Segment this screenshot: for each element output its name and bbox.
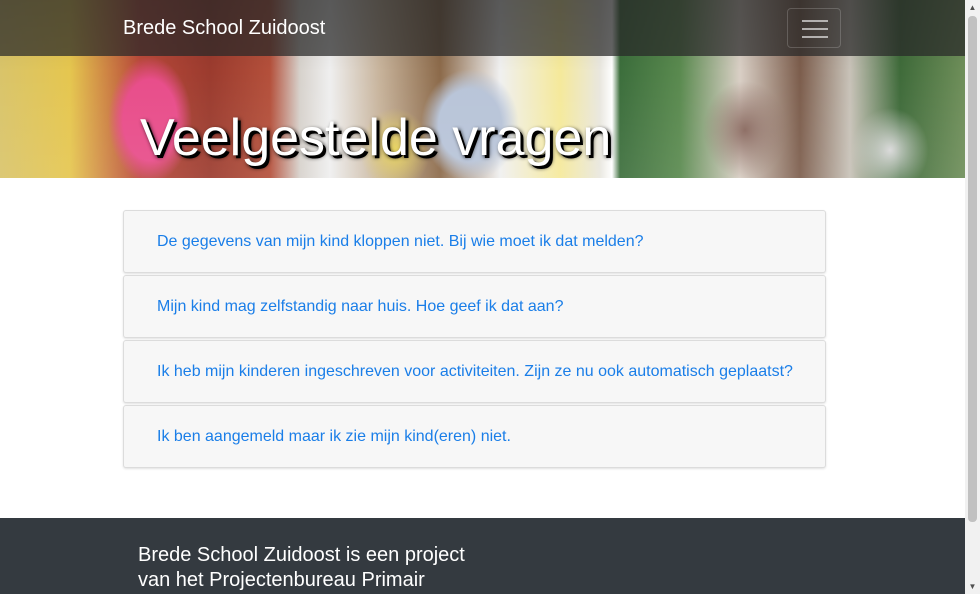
footer-text: Brede School Zuidoost is een project van… [138, 543, 498, 593]
faq-question-link[interactable]: Ik ben aangemeld maar ik zie mijn kind(e… [157, 428, 511, 446]
footer-line-2: van het Projectenbureau Primair [138, 569, 425, 591]
menu-toggle-button[interactable] [787, 8, 841, 48]
faq-question-link[interactable]: De gegevens van mijn kind kloppen niet. … [157, 233, 644, 251]
faq-question-link[interactable]: Ik heb mijn kinderen ingeschreven voor a… [157, 363, 793, 381]
scrollbar-thumb[interactable] [968, 16, 977, 522]
scroll-down-arrow-icon[interactable]: ▼ [965, 579, 980, 594]
faq-accordion: De gegevens van mijn kind kloppen niet. … [123, 210, 826, 470]
faq-item[interactable]: Ik heb mijn kinderen ingeschreven voor a… [123, 340, 826, 403]
page-title: Veelgestelde vragen [140, 109, 612, 167]
faq-item[interactable]: Mijn kind mag zelfstandig naar huis. Hoe… [123, 275, 826, 338]
hamburger-icon [802, 20, 828, 38]
brand-link[interactable]: Brede School Zuidoost [123, 17, 325, 40]
faq-item[interactable]: Ik ben aangemeld maar ik zie mijn kind(e… [123, 405, 826, 468]
scroll-up-arrow-icon[interactable]: ▲ [965, 0, 980, 15]
navbar: Brede School Zuidoost [0, 0, 965, 56]
footer-line-1: Brede School Zuidoost is een project [138, 544, 465, 566]
faq-item[interactable]: De gegevens van mijn kind kloppen niet. … [123, 210, 826, 273]
page: Veelgestelde vragen Brede School Zuidoos… [0, 0, 965, 594]
footer: Brede School Zuidoost is een project van… [0, 518, 965, 594]
faq-question-link[interactable]: Mijn kind mag zelfstandig naar huis. Hoe… [157, 298, 563, 316]
vertical-scrollbar[interactable]: ▲ ▼ [965, 0, 980, 594]
